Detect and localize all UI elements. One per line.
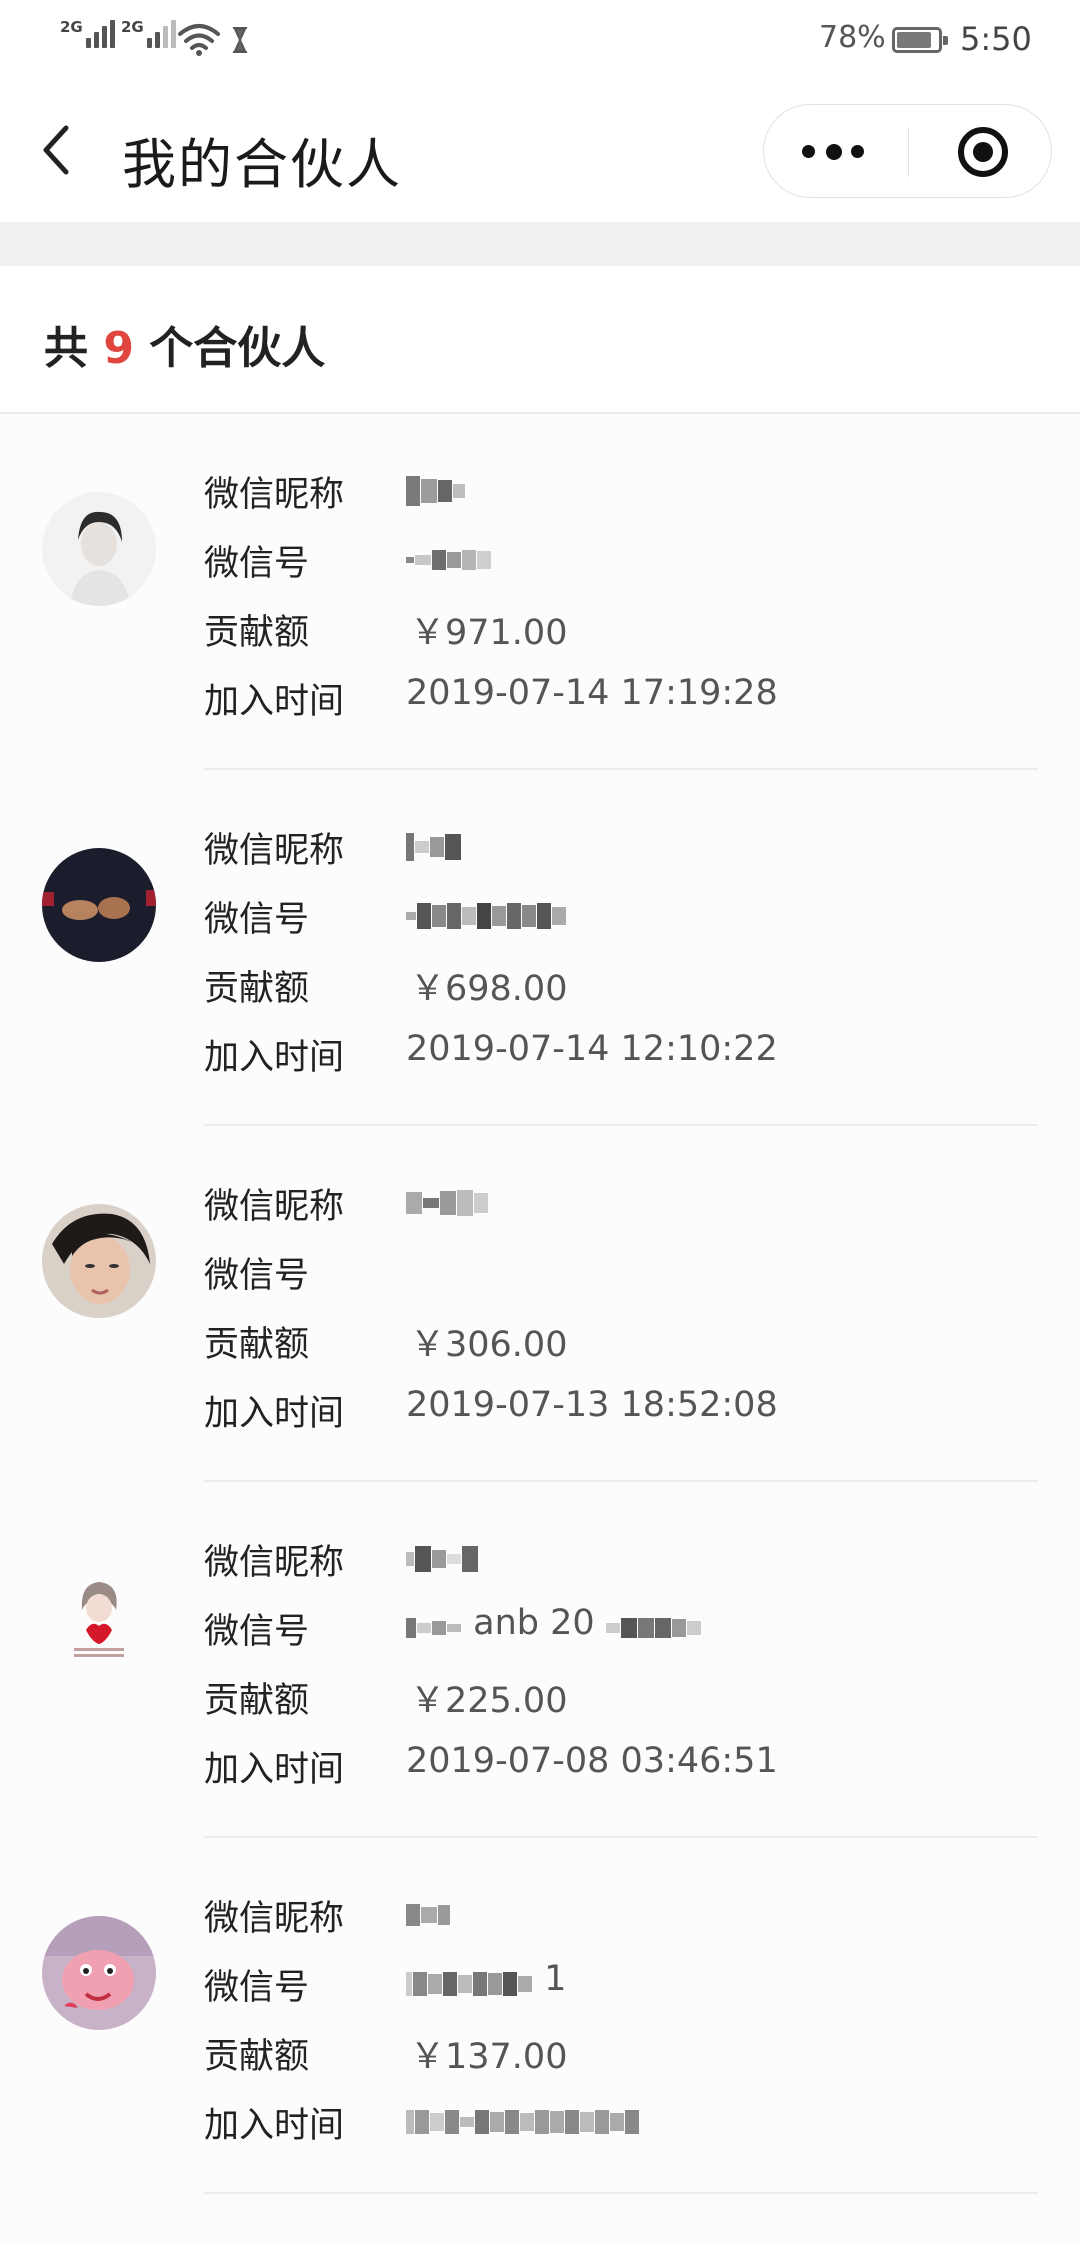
nickname-label: 微信昵称 [204, 831, 345, 871]
partner-card[interactable]: 微信昵称 微信号 anb 20 贡献额 ￥225.00 加入时间 2019-07… [0, 1482, 1080, 1838]
contribution-value: ￥971.00 [410, 613, 568, 653]
nickname-value [406, 1890, 451, 1930]
join-time-label: 加入时间 [204, 682, 345, 722]
avatar [42, 1916, 156, 2030]
contribution-value: ￥225.00 [410, 1681, 568, 1721]
blurred-wechat-id [605, 1607, 702, 1641]
join-time-value: 2019-07-14 17:19:28 [406, 673, 778, 713]
capsule-divider [908, 127, 909, 177]
contribution-value: ￥306.00 [410, 1325, 568, 1365]
join-time-label: 加入时间 [204, 1038, 345, 1078]
partner-card[interactable]: 微信昵称 微信号 贡献额 ￥698.00 加入时间 2019-07-14 12:… [0, 770, 1080, 1126]
status-bar: 2G 2G 78% 5:50 [0, 0, 1080, 82]
wechat-id-label: 微信号 [204, 544, 310, 584]
nickname-value [406, 822, 462, 862]
blurred-wechat-id [406, 1963, 533, 1997]
wifi-icon [178, 24, 220, 56]
blurred-join-time [406, 2101, 640, 2135]
avatar [42, 1560, 156, 1674]
wechat-id-value: anb 20 [406, 1603, 702, 1643]
join-time-label: 加入时间 [204, 2106, 345, 2146]
partner-count: 9 [103, 323, 134, 374]
back-icon[interactable] [38, 120, 78, 180]
nickname-value [406, 1178, 489, 1218]
blurred-nickname [406, 1182, 489, 1216]
page-title: 我的合伙人 [122, 133, 402, 196]
contribution-label: 贡献额 [204, 969, 310, 1009]
section-divider [0, 222, 1080, 266]
avatar [42, 848, 156, 962]
nav-bar: 我的合伙人 [0, 82, 1080, 222]
wechat-id-label: 微信号 [204, 1612, 310, 1652]
hourglass-icon [233, 27, 247, 53]
row-divider [204, 2192, 1038, 2194]
nickname-value [406, 466, 466, 506]
wechat-id-label: 微信号 [204, 900, 310, 940]
blurred-nickname [406, 1894, 451, 1928]
join-time-label: 加入时间 [204, 1394, 345, 1434]
blurred-wechat-id [406, 539, 492, 573]
network-type-label: 2G [60, 18, 83, 36]
mini-program-capsule [763, 104, 1052, 198]
signal-icon: 2G [121, 20, 179, 48]
wechat-id-label: 微信号 [204, 1968, 310, 2008]
wechat-id-label: 微信号 [204, 1256, 310, 1296]
partner-card[interactable]: 微信昵称 微信号 贡献额 ￥971.00 加入时间 2019-07-14 17:… [0, 414, 1080, 770]
avatar [42, 492, 156, 606]
network-type-label: 2G [121, 18, 144, 36]
blurred-nickname [406, 470, 466, 506]
nickname-label: 微信昵称 [204, 1899, 345, 1939]
blurred-nickname [406, 1538, 479, 1572]
wechat-id-visible-part: anb 20 [473, 1603, 595, 1643]
nickname-label: 微信昵称 [204, 1543, 345, 1583]
avatar [42, 1204, 156, 1318]
nickname-value [406, 1534, 479, 1574]
partner-list: 微信昵称 微信号 贡献额 ￥971.00 加入时间 2019-07-14 17:… [0, 414, 1080, 2194]
nickname-label: 微信昵称 [204, 1187, 345, 1227]
battery-percent: 78% [819, 20, 886, 55]
contribution-label: 贡献额 [204, 1325, 310, 1365]
wechat-id-visible-part: 1 [544, 1959, 567, 1999]
battery-icon [892, 27, 948, 53]
wechat-id-value [406, 535, 492, 575]
more-dots-icon[interactable] [802, 144, 864, 160]
join-time-value [406, 2097, 640, 2137]
nickname-label: 微信昵称 [204, 475, 345, 515]
partner-card[interactable]: 微信昵称 微信号 1 贡献额 ￥137.00 加入时间 [0, 1838, 1080, 2194]
join-time-value: 2019-07-13 18:52:08 [406, 1385, 778, 1425]
contribution-value: ￥698.00 [410, 969, 568, 1009]
target-circle-icon[interactable] [955, 124, 1011, 180]
join-time-value: 2019-07-14 12:10:22 [406, 1029, 778, 1069]
partner-count-text: 共 9 个合伙人 [44, 323, 326, 374]
partner-summary: 共 9 个合伙人 [0, 266, 1080, 414]
join-time-value: 2019-07-08 03:46:51 [406, 1741, 778, 1781]
blurred-nickname [406, 826, 462, 861]
join-time-label: 加入时间 [204, 1750, 345, 1790]
wechat-id-value: 1 [406, 1959, 566, 1999]
contribution-label: 贡献额 [204, 613, 310, 653]
wechat-id-value [406, 891, 567, 931]
contribution-label: 贡献额 [204, 1681, 310, 1721]
partner-card[interactable]: 微信昵称 微信号 贡献额 ￥306.00 加入时间 2019-07-13 18:… [0, 1126, 1080, 1482]
clock: 5:50 [960, 20, 1032, 58]
signal-icon: 2G [60, 20, 118, 48]
blurred-wechat-id [406, 895, 567, 929]
contribution-value: ￥137.00 [410, 2037, 568, 2077]
contribution-label: 贡献额 [204, 2037, 310, 2077]
